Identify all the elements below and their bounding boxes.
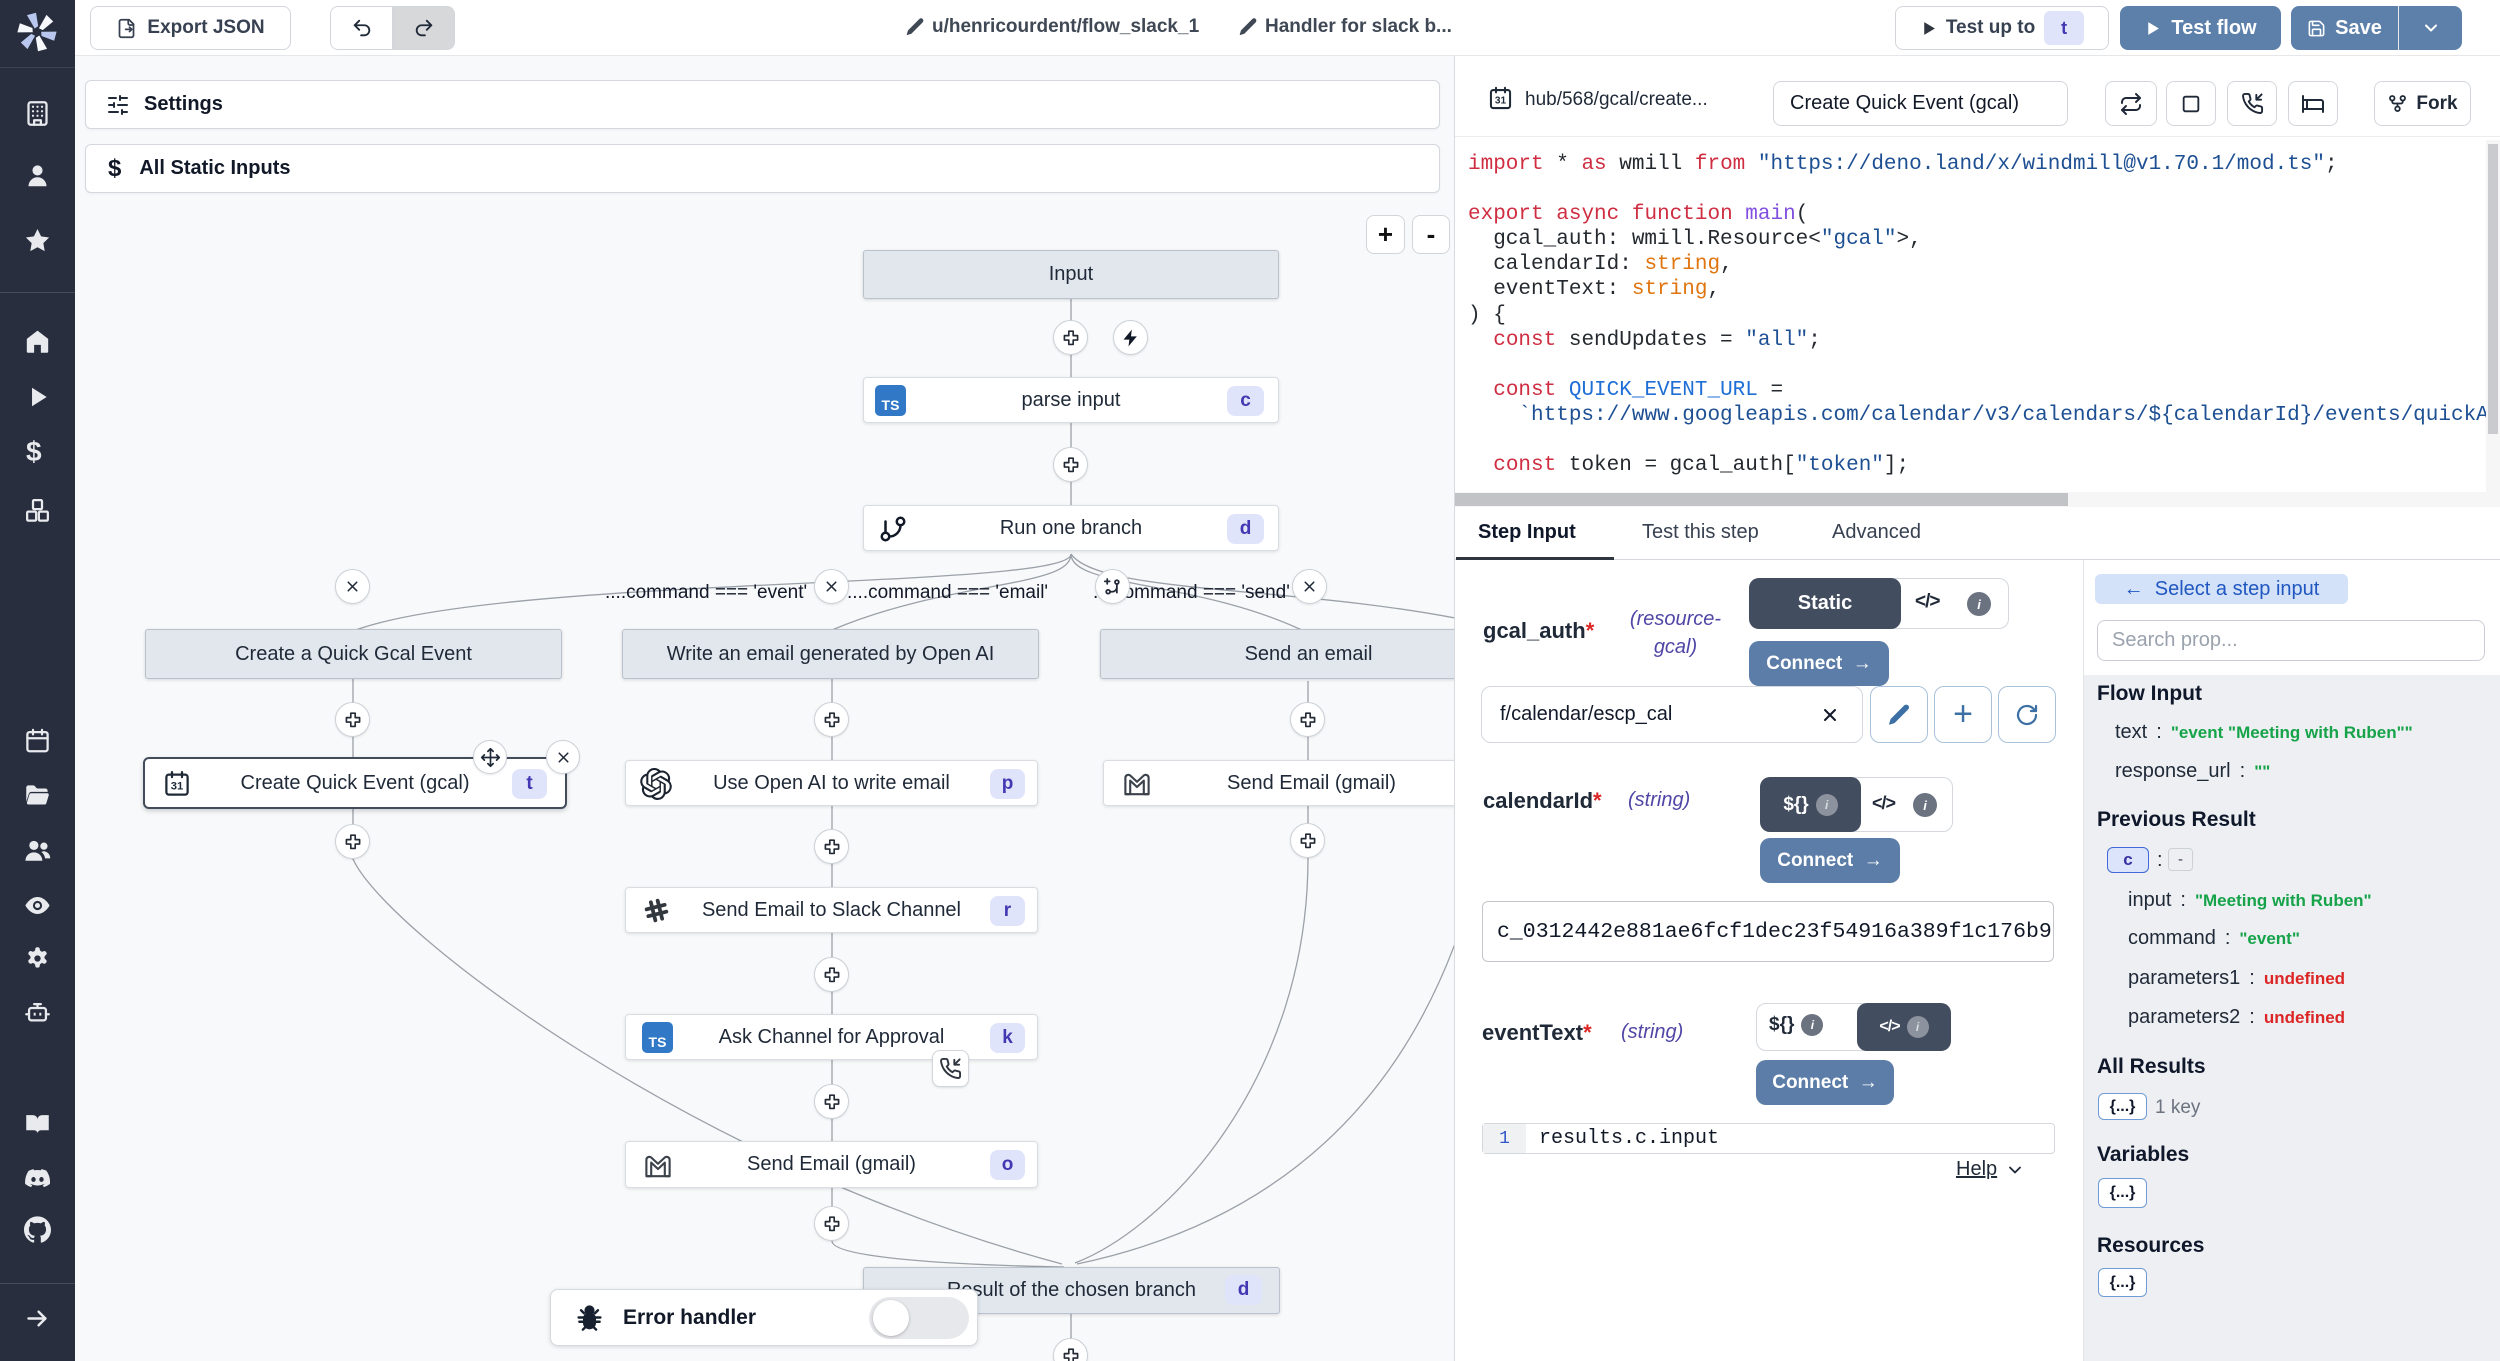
svg-text:31: 31 xyxy=(1495,96,1507,107)
